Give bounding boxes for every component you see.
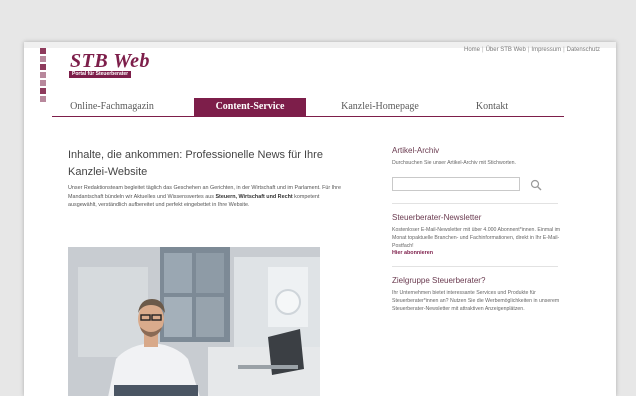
target-text: Ihr Unternehmen bietet interessante Serv…	[392, 290, 560, 312]
top-link-about[interactable]: Über STB Web	[486, 47, 526, 53]
office-photo-illustration	[68, 247, 320, 396]
office-photo	[68, 247, 320, 396]
archive-text: Durchsuchen Sie unser Artikel-Archiv mit…	[392, 160, 516, 166]
website-page: STB Web Portal für Steuerberater Home | Üb…	[24, 42, 616, 396]
nav-item-kanzlei-homepage[interactable]: Kanzlei-Homepage	[322, 98, 438, 116]
top-link-imprint[interactable]: Impressum	[531, 47, 561, 53]
top-links: Home | Über STB Web | Impressum | Datenschutz	[464, 47, 600, 53]
target-heading: Zielgruppe Steuerberater?	[392, 276, 486, 285]
nav-item-content-service[interactable]: Content-Service	[194, 98, 306, 116]
logo-subtitle: Portal für Steuerberater	[69, 71, 132, 78]
logo-title[interactable]: STB Web	[70, 50, 150, 73]
top-link-home[interactable]: Home	[464, 47, 480, 53]
sidebar-divider	[392, 266, 558, 267]
search-icon[interactable]	[530, 178, 542, 191]
newsletter-heading: Steuerberater-Newsletter	[392, 213, 482, 222]
intro-text: Unser Redaktionsteam begleitet täglich d…	[68, 184, 348, 210]
newsletter-text: Kostenloser E-Mail-Newsletter mit über 4…	[392, 227, 561, 249]
nav-item-kontakt[interactable]: Kontakt	[452, 98, 532, 116]
sidebar: Artikel-Archiv Durchsuchen Sie unser Art…	[392, 146, 562, 313]
main-nav: Online-Fachmagazin Content-Service Kanzl…	[52, 98, 552, 118]
page-headline: Inhalte, die ankommen: Professionelle Ne…	[68, 149, 323, 178]
nav-item-online-fachmagazin[interactable]: Online-Fachmagazin	[52, 98, 172, 116]
nav-underline	[52, 116, 564, 117]
archive-search	[392, 177, 562, 193]
decorative-stripes	[40, 48, 46, 104]
top-link-privacy[interactable]: Datenschutz	[567, 47, 600, 53]
archive-search-input[interactable]	[392, 177, 520, 191]
intro-bold: Steuern, Wirtschaft und Recht	[215, 193, 293, 200]
archive-heading: Artikel-Archiv	[392, 146, 440, 155]
sidebar-divider	[392, 203, 558, 204]
newsletter-subscribe-link[interactable]: Hier abonnieren	[392, 250, 562, 256]
